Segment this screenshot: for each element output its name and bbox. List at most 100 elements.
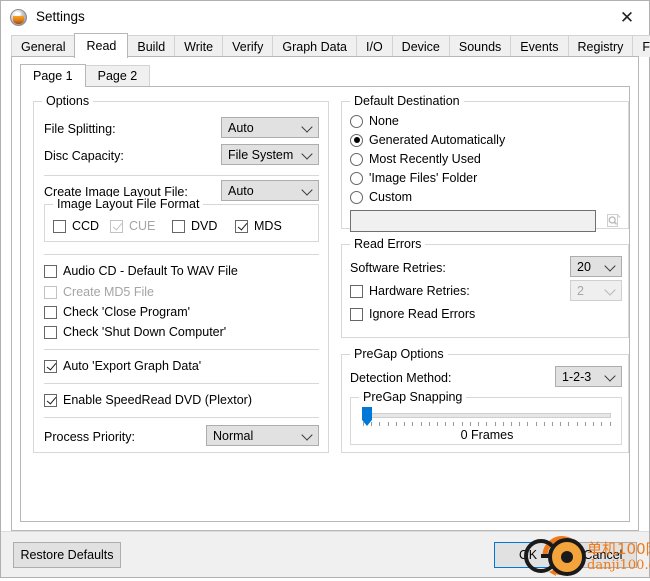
dialog-footer: Restore Defaults OK Cancel <box>1 531 649 577</box>
radio-label: Custom <box>369 190 413 204</box>
chevron-down-icon <box>301 428 313 441</box>
checkbox-box <box>172 219 185 233</box>
checkbox-box <box>44 305 57 319</box>
checkbox-audio-cd-wav[interactable]: Audio CD - Default To WAV File <box>44 264 238 278</box>
restore-defaults-button[interactable]: Restore Defaults <box>13 542 121 568</box>
checkbox-label: CUE <box>129 219 156 233</box>
software-retries-combo[interactable]: 20 <box>570 256 622 277</box>
checkbox-check-shut-down[interactable]: Check 'Shut Down Computer' <box>44 325 226 339</box>
radio-label: Most Recently Used <box>369 152 481 166</box>
disc-capacity-combo[interactable]: File System <box>221 144 319 165</box>
tab-file-locations[interactable]: File Locations <box>632 35 650 57</box>
checkbox-check-close-program[interactable]: Check 'Close Program' <box>44 305 190 319</box>
radio-circle <box>350 190 363 204</box>
chevron-down-icon <box>301 147 313 160</box>
tab-write[interactable]: Write <box>174 35 224 57</box>
window-title: Settings <box>36 9 85 25</box>
chevron-down-icon <box>604 369 616 382</box>
checkbox-box <box>110 219 123 233</box>
checkbox-auto-export-graph-data[interactable]: Auto 'Export Graph Data' <box>44 359 201 373</box>
checkbox-box <box>44 359 57 373</box>
tab-sounds[interactable]: Sounds <box>448 35 512 57</box>
options-divider-5 <box>44 417 319 418</box>
close-icon[interactable]: ✕ <box>605 1 649 33</box>
checkbox-label: MDS <box>254 219 282 233</box>
tab-page-1[interactable]: Page 1 <box>20 64 86 87</box>
checkbox-box <box>44 393 57 407</box>
options-divider-4 <box>44 383 319 384</box>
browse-folder-icon[interactable] <box>604 211 623 230</box>
hardware-retries-value: 2 <box>577 283 584 298</box>
radio-circle <box>350 152 363 166</box>
radio-destination-custom[interactable]: Custom <box>350 190 412 204</box>
pregap-slider-track[interactable] <box>363 413 611 418</box>
disc-icon <box>10 8 27 26</box>
tab-io[interactable]: I/O <box>356 35 393 57</box>
cancel-button[interactable]: Cancel <box>569 542 637 568</box>
checkbox-box <box>350 307 363 321</box>
create-image-layout-combo[interactable]: Auto <box>221 180 319 201</box>
pregap-slider-ticks <box>363 422 611 426</box>
options-divider-2 <box>44 254 319 255</box>
options-group-legend: Options <box>42 94 94 108</box>
tab-build[interactable]: Build <box>127 35 176 57</box>
checkbox-label: Auto 'Export Graph Data' <box>63 359 202 373</box>
process-priority-label: Process Priority: <box>44 430 135 444</box>
checkbox-label: Ignore Read Errors <box>369 307 476 321</box>
read-errors-legend: Read Errors <box>350 237 426 251</box>
default-destination-legend: Default Destination <box>350 94 464 108</box>
radio-destination-image-files-folder[interactable]: 'Image Files' Folder <box>350 171 477 185</box>
chevron-down-icon <box>604 283 616 296</box>
tab-events[interactable]: Events <box>510 35 569 57</box>
radio-circle <box>350 114 363 128</box>
detection-method-label: Detection Method: <box>350 371 452 385</box>
detection-method-value: 1-2-3 <box>562 369 592 384</box>
pregap-snapping-legend: PreGap Snapping <box>359 390 467 404</box>
checkbox-mds[interactable]: MDS <box>235 219 282 233</box>
checkbox-label: Hardware Retries: <box>369 284 470 298</box>
tab-registry[interactable]: Registry <box>567 35 634 57</box>
process-priority-combo[interactable]: Normal <box>206 425 319 446</box>
radio-destination-none[interactable]: None <box>350 114 399 128</box>
image-layout-format-group: Image Layout File Format CCD CUE DVD MDS <box>44 197 319 242</box>
radio-destination-generated-automatically[interactable]: Generated Automatically <box>350 133 505 147</box>
read-errors-group: Read Errors Software Retries: 20 Hardwar… <box>341 237 629 338</box>
checkbox-label: Check 'Shut Down Computer' <box>63 325 227 339</box>
tab-page-2[interactable]: Page 2 <box>84 65 151 86</box>
radio-label: 'Image Files' Folder <box>369 171 478 185</box>
destination-path-input[interactable] <box>350 210 596 232</box>
checkbox-enable-speedread-dvd[interactable]: Enable SpeedRead DVD (Plextor) <box>44 393 252 407</box>
pregap-snapping-group: PreGap Snapping 0 Frames <box>350 390 622 445</box>
file-splitting-label: File Splitting: <box>44 122 116 136</box>
settings-tabstrip: General Read Build Write Verify Graph Da… <box>1 33 650 58</box>
radio-circle <box>350 171 363 185</box>
pregap-options-group: PreGap Options Detection Method: 1-2-3 P… <box>341 347 629 453</box>
checkbox-ccd[interactable]: CCD <box>53 219 99 233</box>
ok-button[interactable]: OK <box>494 542 562 568</box>
chevron-down-icon <box>604 259 616 272</box>
checkbox-box <box>350 284 363 298</box>
checkbox-dvd[interactable]: DVD <box>172 219 217 233</box>
read-tab-panel: Page 1 Page 2 Options File Splitting: Au… <box>11 56 639 531</box>
checkbox-box <box>44 264 57 278</box>
checkbox-cue: CUE <box>110 219 155 233</box>
image-layout-format-legend: Image Layout File Format <box>53 197 204 211</box>
chevron-down-icon <box>301 120 313 133</box>
radio-destination-most-recently-used[interactable]: Most Recently Used <box>350 152 481 166</box>
tab-general[interactable]: General <box>11 35 76 57</box>
default-destination-group: Default Destination None Generated Autom… <box>341 94 629 232</box>
checkbox-box <box>235 219 248 233</box>
radio-label: Generated Automatically <box>369 133 506 147</box>
checkbox-ignore-read-errors[interactable]: Ignore Read Errors <box>350 307 475 321</box>
checkbox-box <box>53 219 66 233</box>
tab-device[interactable]: Device <box>391 35 450 57</box>
tab-read[interactable]: Read <box>74 33 129 58</box>
hardware-retries-combo: 2 <box>570 280 622 301</box>
file-splitting-combo[interactable]: Auto <box>221 117 319 138</box>
pregap-options-legend: PreGap Options <box>350 347 448 361</box>
disc-capacity-value: File System <box>228 147 294 162</box>
tab-graph-data[interactable]: Graph Data <box>272 35 357 57</box>
tab-verify[interactable]: Verify <box>222 35 274 57</box>
checkbox-hardware-retries[interactable]: Hardware Retries: <box>350 284 470 298</box>
detection-method-combo[interactable]: 1-2-3 <box>555 366 622 387</box>
